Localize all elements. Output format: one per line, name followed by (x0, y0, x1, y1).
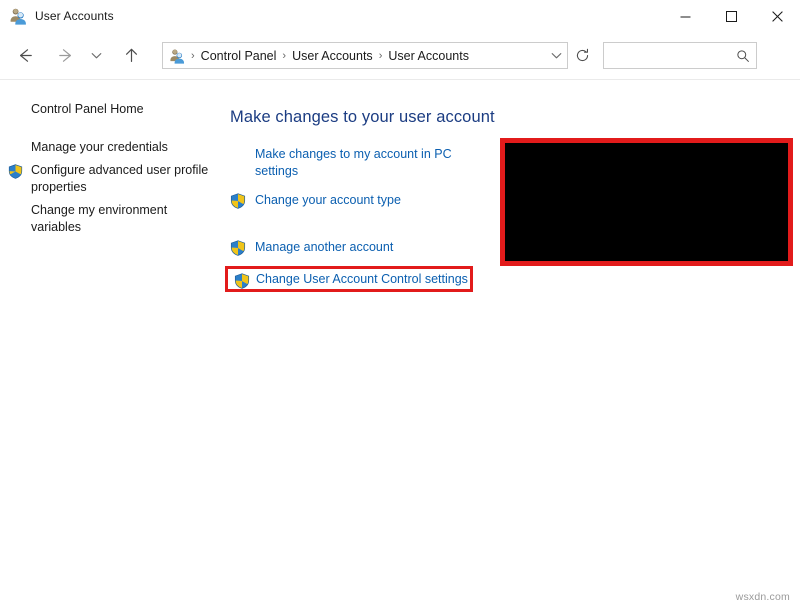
chevron-down-icon (551, 53, 561, 59)
arrow-up-icon (125, 48, 137, 62)
watermark: wsxdn.com (735, 591, 790, 603)
redacted-region (500, 138, 793, 266)
link-label: Manage another account (255, 240, 394, 254)
close-button[interactable] (754, 0, 800, 32)
title-bar: User Accounts (0, 0, 800, 32)
address-dropdown-button[interactable] (545, 43, 567, 68)
breadcrumb-separator: › (191, 49, 195, 62)
uac-shield-icon (230, 193, 246, 209)
close-icon (771, 10, 783, 22)
uac-shield-icon (8, 164, 23, 179)
maximize-button[interactable] (708, 0, 754, 32)
uac-shield-icon (234, 273, 250, 289)
breadcrumb-separator: › (378, 49, 383, 62)
sidebar-item-manage-your-credentials[interactable]: Manage your credentials (0, 136, 225, 159)
link-label: Make changes to my account in PC setting… (255, 147, 452, 178)
arrow-left-icon (19, 49, 32, 62)
search-button[interactable] (730, 43, 756, 68)
link-manage-another-account[interactable]: Manage another account (225, 238, 505, 257)
sidebar-item-change-my-environment-variables[interactable]: Change my environment variables (0, 199, 225, 239)
search-input[interactable] (604, 43, 730, 68)
sidebar-item-control-panel-home[interactable]: Control Panel Home (0, 98, 225, 121)
link-make-changes-to-my-account-in-pc-settings[interactable]: Make changes to my account in PC setting… (225, 146, 505, 180)
minimize-icon (680, 16, 690, 17)
breadcrumb: › Control Panel › User Accounts › User A… (189, 47, 545, 65)
search-box[interactable] (603, 42, 757, 69)
link-label: Change your account type (255, 193, 401, 207)
recent-locations-button[interactable] (84, 39, 108, 73)
sidebar-task-list: Manage your credentials Configure advanc… (0, 136, 225, 239)
sidebar-item-label: Configure advanced user profile properti… (31, 163, 209, 194)
window-title: User Accounts (35, 9, 114, 23)
sidebar: Control Panel Home Manage your credentia… (0, 80, 225, 609)
address-bar[interactable]: › Control Panel › User Accounts › User A… (162, 42, 568, 69)
task-link-list: Make changes to my account in PC setting… (225, 146, 505, 292)
forward-button[interactable] (48, 39, 82, 73)
refresh-icon (576, 48, 588, 62)
sidebar-item-configure-advanced-user-profile-properties[interactable]: Configure advanced user profile properti… (0, 159, 225, 199)
back-button[interactable] (8, 39, 42, 73)
address-bar-user-accounts-icon (170, 49, 185, 64)
refresh-button[interactable] (568, 43, 596, 68)
chevron-down-icon (91, 53, 101, 59)
link-label: Change User Account Control settings (256, 272, 468, 286)
link-change-user-account-control-settings[interactable]: Change User Account Control settings (225, 266, 473, 292)
page-title: Make changes to your user account (230, 108, 495, 126)
arrow-right-icon (58, 49, 71, 62)
breadcrumb-separator: › (282, 49, 287, 62)
user-accounts-icon (10, 8, 26, 25)
minimize-button[interactable] (662, 0, 708, 32)
breadcrumb-item-control-panel[interactable]: Control Panel (197, 47, 281, 65)
uac-shield-icon (230, 240, 246, 256)
up-button[interactable] (114, 39, 148, 73)
navigation-toolbar: › Control Panel › User Accounts › User A… (0, 32, 800, 79)
breadcrumb-item-user-accounts-current[interactable]: User Accounts (384, 47, 473, 65)
window-controls (662, 0, 800, 32)
link-change-your-account-type[interactable]: Change your account type (225, 191, 505, 210)
breadcrumb-item-user-accounts[interactable]: User Accounts (288, 47, 377, 65)
sidebar-item-label: Change my environment variables (31, 203, 168, 234)
maximize-icon (725, 10, 737, 22)
sidebar-item-label: Manage your credentials (31, 140, 168, 154)
search-icon (737, 49, 749, 62)
